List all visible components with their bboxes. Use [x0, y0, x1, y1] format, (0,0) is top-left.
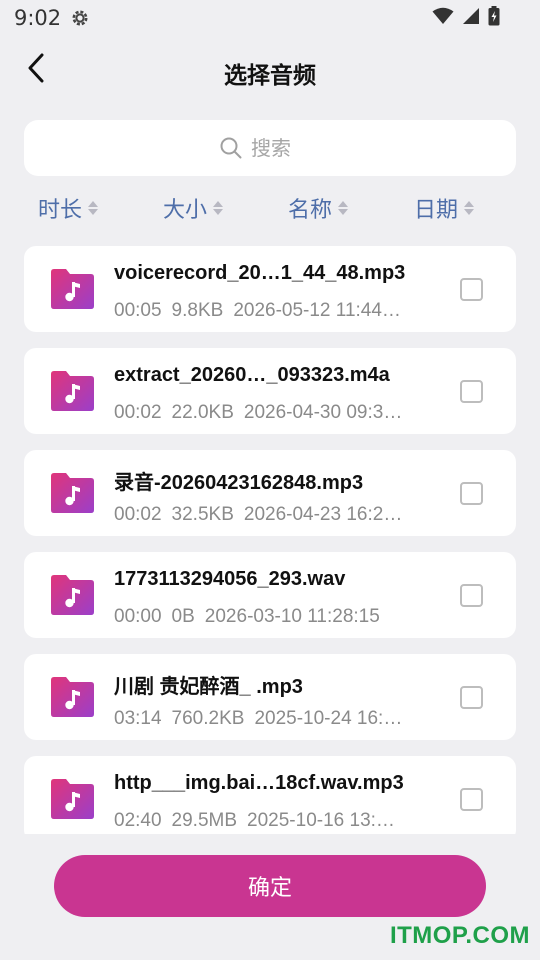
file-list-item[interactable]: 川剧 贵妃醉酒_ .mp3 03:14 760.2KB 2025-10-24 16:…	[24, 654, 516, 740]
file-name: 川剧 贵妃醉酒_ .mp3	[114, 676, 303, 698]
sort-bar: 时长 大小 名称 日期	[24, 188, 516, 228]
sort-arrows-icon	[88, 201, 99, 215]
file-list-item[interactable]: 1773113294056_293.wav 00:00 0B 2026-03-10 …	[24, 552, 516, 638]
header: 选择音频	[0, 38, 540, 104]
file-date: 2026-03-10 11:28:15	[204, 606, 380, 627]
file-meta: 00:05 9.8KB 2026-05-12 11:44…	[114, 300, 401, 322]
file-duration: 02:40	[114, 810, 162, 831]
sort-arrows-icon	[213, 201, 224, 215]
sort-label: 日期	[414, 198, 459, 223]
audio-folder-icon	[49, 676, 95, 718]
sort-arrows-icon	[464, 201, 475, 215]
file-name: voicerecord_20…1_44_48.mp3	[114, 262, 406, 284]
confirm-button[interactable]: 确定	[54, 855, 486, 917]
gear-icon	[70, 8, 90, 28]
status-bar: 9:02	[0, 0, 540, 38]
sort-duration[interactable]: 时长	[38, 188, 99, 228]
search-input[interactable]	[251, 136, 321, 160]
sort-label: 时长	[38, 198, 83, 223]
file-date: 2026-04-30 09:3…	[243, 402, 403, 423]
file-list-item[interactable]: 录音-20260423162848.mp3 00:02 32.5KB 2026-04…	[24, 450, 516, 536]
file-size: 22.0KB	[171, 402, 234, 423]
signal-icon	[462, 7, 480, 29]
file-checkbox[interactable]	[460, 686, 483, 709]
status-icons	[432, 6, 500, 30]
file-meta: 03:14 760.2KB 2025-10-24 16:…	[114, 708, 402, 730]
audio-folder-icon	[49, 268, 95, 310]
file-list-item[interactable]: extract_20260…_093323.m4a 00:02 22.0KB 202…	[24, 348, 516, 434]
file-duration: 00:02	[114, 504, 162, 525]
file-checkbox[interactable]	[460, 380, 483, 403]
sort-arrows-icon	[338, 201, 349, 215]
file-meta: 00:00 0B 2026-03-10 11:28:15	[114, 606, 380, 628]
audio-folder-icon	[49, 370, 95, 412]
file-name: 1773113294056_293.wav	[114, 568, 346, 590]
audio-folder-icon	[49, 574, 95, 616]
file-list: voicerecord_20…1_44_48.mp3 00:05 9.8KB 202…	[24, 246, 516, 834]
file-meta: 00:02 32.5KB 2026-04-23 16:2…	[114, 504, 402, 526]
file-meta: 00:02 22.0KB 2026-04-30 09:3…	[114, 402, 402, 424]
status-time: 9:02	[14, 6, 62, 30]
file-duration: 00:00	[114, 606, 162, 627]
file-name: extract_20260…_093323.m4a	[114, 364, 390, 386]
file-checkbox[interactable]	[460, 584, 483, 607]
file-checkbox[interactable]	[460, 482, 483, 505]
file-size: 32.5KB	[171, 504, 234, 525]
file-name: http___img.bai…18cf.wav.mp3	[114, 772, 404, 794]
file-date: 2025-10-24 16:…	[254, 708, 403, 729]
file-duration: 03:14	[114, 708, 162, 729]
sort-name[interactable]: 名称	[288, 188, 349, 228]
battery-charging-icon	[488, 6, 500, 30]
file-size: 760.2KB	[171, 708, 245, 729]
file-size: 9.8KB	[171, 300, 224, 321]
file-date: 2025-10-16 13:…	[247, 810, 395, 831]
audio-folder-icon	[49, 778, 95, 820]
watermark: ITMOP.COM	[389, 922, 530, 949]
wifi-icon	[432, 7, 454, 29]
file-size: 29.5MB	[171, 810, 238, 831]
page-title: 选择音频	[224, 63, 316, 89]
file-name: 录音-20260423162848.mp3	[114, 472, 364, 494]
search-icon	[219, 136, 243, 160]
file-list-item[interactable]: http___img.bai…18cf.wav.mp3 02:40 29.5MB 2…	[24, 756, 516, 834]
sort-label: 名称	[288, 198, 333, 223]
file-size: 0B	[171, 606, 195, 627]
sort-size[interactable]: 大小	[163, 188, 224, 228]
file-meta: 02:40 29.5MB 2025-10-16 13:…	[114, 810, 395, 832]
file-duration: 00:02	[114, 402, 162, 423]
file-date: 2026-04-23 16:2…	[243, 504, 403, 525]
file-checkbox[interactable]	[460, 278, 483, 301]
sort-label: 大小	[163, 198, 208, 223]
audio-folder-icon	[49, 472, 95, 514]
file-duration: 00:05	[114, 300, 162, 321]
search-box[interactable]	[24, 120, 516, 176]
file-date: 2026-05-12 11:44…	[233, 300, 401, 321]
sort-date[interactable]: 日期	[414, 188, 475, 228]
file-checkbox[interactable]	[460, 788, 483, 811]
file-list-item[interactable]: voicerecord_20…1_44_48.mp3 00:05 9.8KB 202…	[24, 246, 516, 332]
